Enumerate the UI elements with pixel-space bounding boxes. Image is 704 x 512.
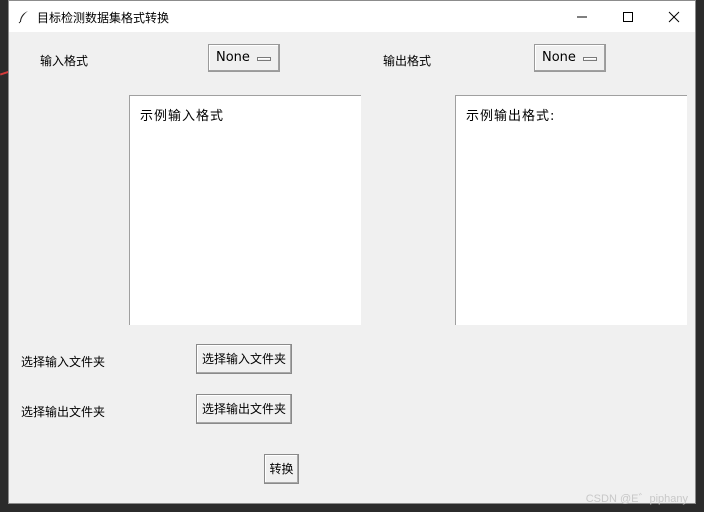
output-folder-label: 选择输出文件夹: [21, 405, 106, 419]
select-input-folder-button[interactable]: 选择输入文件夹: [196, 344, 292, 374]
feather-icon: [17, 9, 31, 24]
maximize-button[interactable]: [605, 1, 651, 32]
output-example-text: 示例输出格式:: [466, 109, 556, 124]
app-window: 目标检测数据集格式转换 输入格式 None 输出格式 None 示例输入格式 示…: [8, 0, 696, 504]
input-format-label: 输入格式: [40, 54, 89, 68]
input-folder-label: 选择输入文件夹: [21, 355, 106, 369]
input-format-value: None: [216, 50, 250, 65]
minimize-button[interactable]: [559, 1, 605, 32]
watermark: CSDN @E゛piphany: [585, 493, 688, 505]
select-output-folder-button[interactable]: 选择输出文件夹: [196, 394, 292, 424]
output-format-dropdown[interactable]: None: [534, 44, 606, 72]
window-title: 目标检测数据集格式转换: [37, 11, 170, 25]
output-example-textbox[interactable]: 示例输出格式:: [455, 95, 687, 325]
dropdown-indicator-icon: [257, 57, 271, 61]
input-example-text: 示例输入格式: [140, 109, 225, 124]
title-bar[interactable]: 目标检测数据集格式转换: [9, 1, 695, 32]
input-format-dropdown[interactable]: None: [208, 44, 280, 72]
input-example-textbox[interactable]: 示例输入格式: [129, 95, 361, 325]
close-button[interactable]: [651, 1, 697, 32]
convert-button[interactable]: 转换: [264, 454, 299, 484]
dropdown-indicator-icon: [583, 57, 597, 61]
output-format-label: 输出格式: [383, 54, 432, 68]
output-format-value: None: [542, 50, 576, 65]
